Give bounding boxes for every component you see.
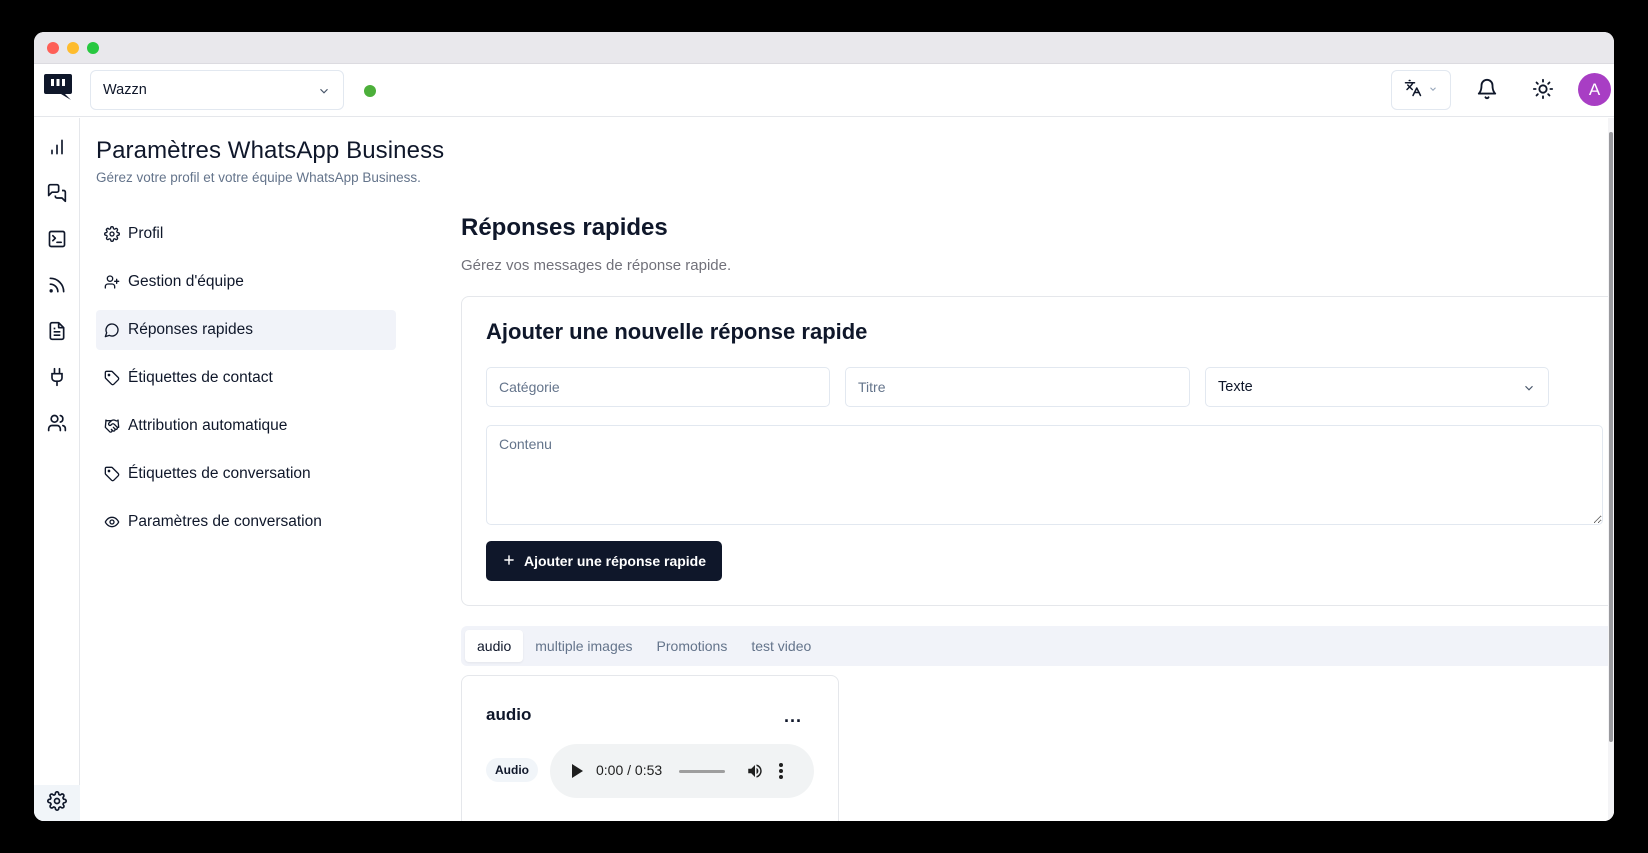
type-select-value: Texte <box>1218 379 1253 395</box>
bar-chart-icon[interactable] <box>45 135 69 159</box>
message-circle-icon <box>104 323 119 338</box>
quick-reply-card: audio ... Audio 0:00 / 0:53 <box>461 675 839 821</box>
plug-icon[interactable] <box>45 365 69 389</box>
play-icon[interactable] <box>570 763 584 784</box>
content-textarea[interactable] <box>486 425 1603 525</box>
eye-icon <box>104 516 120 528</box>
nav-item-label: Gestion d'équipe <box>128 273 244 290</box>
nav-item-label: Réponses rapides <box>128 321 253 338</box>
tab-promotions[interactable]: Promotions <box>645 630 740 662</box>
translate-icon <box>1404 79 1422 102</box>
settings-icon <box>47 790 67 816</box>
card-title: Ajouter une nouvelle réponse rapide <box>486 319 868 344</box>
nav-item-profil[interactable]: Profil <box>96 214 396 254</box>
section-subtitle: Gérez vos messages de réponse rapide. <box>461 257 732 274</box>
scrollbar-thumb[interactable] <box>1609 132 1613 742</box>
nav-item-label: Étiquettes de contact <box>128 369 273 386</box>
add-button-label: Ajouter une réponse rapide <box>523 553 707 569</box>
title-bar <box>34 32 1614 64</box>
scrollbar[interactable] <box>1608 118 1614 821</box>
chevron-down-icon <box>1428 81 1438 99</box>
settings-nav: Profil Gestion d'équipe Réponses rapides… <box>96 214 396 550</box>
nav-item-label: Étiquettes de conversation <box>128 465 311 482</box>
messages-icon[interactable] <box>45 181 69 205</box>
theme-toggle-sun-icon[interactable] <box>1532 78 1554 105</box>
maximize-window-button[interactable] <box>87 42 99 54</box>
settings-rail-item[interactable] <box>34 785 80 821</box>
audio-player: 0:00 / 0:53 <box>550 744 814 798</box>
workspace-name: Wazzn <box>103 82 147 98</box>
page-title: Paramètres WhatsApp Business <box>96 137 445 164</box>
chevron-down-icon <box>1522 381 1536 399</box>
audio-progress-slider[interactable] <box>679 770 725 773</box>
avatar[interactable]: A <box>1578 73 1611 106</box>
plus-icon <box>502 553 516 570</box>
chevron-down-icon <box>317 84 331 102</box>
volume-icon[interactable] <box>746 762 764 785</box>
add-quick-reply-card: Ajouter une nouvelle réponse rapide Text… <box>461 296 1614 606</box>
tag-icon <box>104 370 120 386</box>
tab-multiple-images[interactable]: multiple images <box>523 630 644 662</box>
document-icon[interactable] <box>45 319 69 343</box>
nav-item-parametres-conversation[interactable]: Paramètres de conversation <box>96 502 396 542</box>
nav-item-label: Attribution automatique <box>128 417 288 434</box>
top-bar: Wazzn A <box>34 64 1614 117</box>
nav-item-etiquettes-conversation[interactable]: Étiquettes de conversation <box>96 454 396 494</box>
app-logo[interactable] <box>43 72 73 102</box>
terminal-icon[interactable] <box>45 227 69 251</box>
language-select[interactable] <box>1391 70 1451 110</box>
close-window-button[interactable] <box>47 42 59 54</box>
title-input[interactable] <box>845 367 1190 407</box>
bell-icon[interactable] <box>1476 78 1498 105</box>
page-subtitle: Gérez votre profil et votre équipe Whats… <box>96 170 421 185</box>
nav-item-etiquettes-contact[interactable]: Étiquettes de contact <box>96 358 396 398</box>
online-status-indicator <box>364 85 376 97</box>
nav-item-label: Profil <box>128 225 164 242</box>
nav-item-attribution-automatique[interactable]: Attribution automatique <box>96 406 396 446</box>
add-quick-reply-button[interactable]: Ajouter une réponse rapide <box>486 541 722 581</box>
nav-item-label: Paramètres de conversation <box>128 513 322 530</box>
handshake-icon <box>104 419 120 433</box>
app-window: Wazzn A Paramètres WhatsApp Business Gér… <box>34 32 1614 821</box>
workspace-select[interactable]: Wazzn <box>90 70 344 110</box>
main-content: Paramètres WhatsApp Business Gérez votre… <box>81 118 1614 821</box>
audio-time: 0:00 / 0:53 <box>596 762 663 778</box>
nav-item-reponses-rapides[interactable]: Réponses rapides <box>96 310 396 350</box>
more-vertical-icon[interactable] <box>778 762 784 785</box>
type-badge: Audio <box>486 758 538 782</box>
user-plus-icon <box>104 275 120 289</box>
users-icon[interactable] <box>45 411 69 435</box>
gear-icon <box>104 226 120 242</box>
type-select[interactable]: Texte <box>1205 367 1549 407</box>
tag-icon <box>104 466 120 482</box>
quick-reply-title: audio <box>486 705 532 724</box>
icon-sidebar <box>34 118 80 821</box>
minimize-window-button[interactable] <box>67 42 79 54</box>
category-tabs: audio multiple images Promotions test vi… <box>461 626 1614 666</box>
nav-item-gestion-equipe[interactable]: Gestion d'équipe <box>96 262 396 302</box>
section-title: Réponses rapides <box>461 214 668 241</box>
category-input[interactable] <box>486 367 830 407</box>
more-options-button[interactable]: ... <box>784 706 802 727</box>
tab-audio[interactable]: audio <box>465 630 524 662</box>
rss-icon[interactable] <box>45 273 69 297</box>
tab-test-video[interactable]: test video <box>739 630 823 662</box>
